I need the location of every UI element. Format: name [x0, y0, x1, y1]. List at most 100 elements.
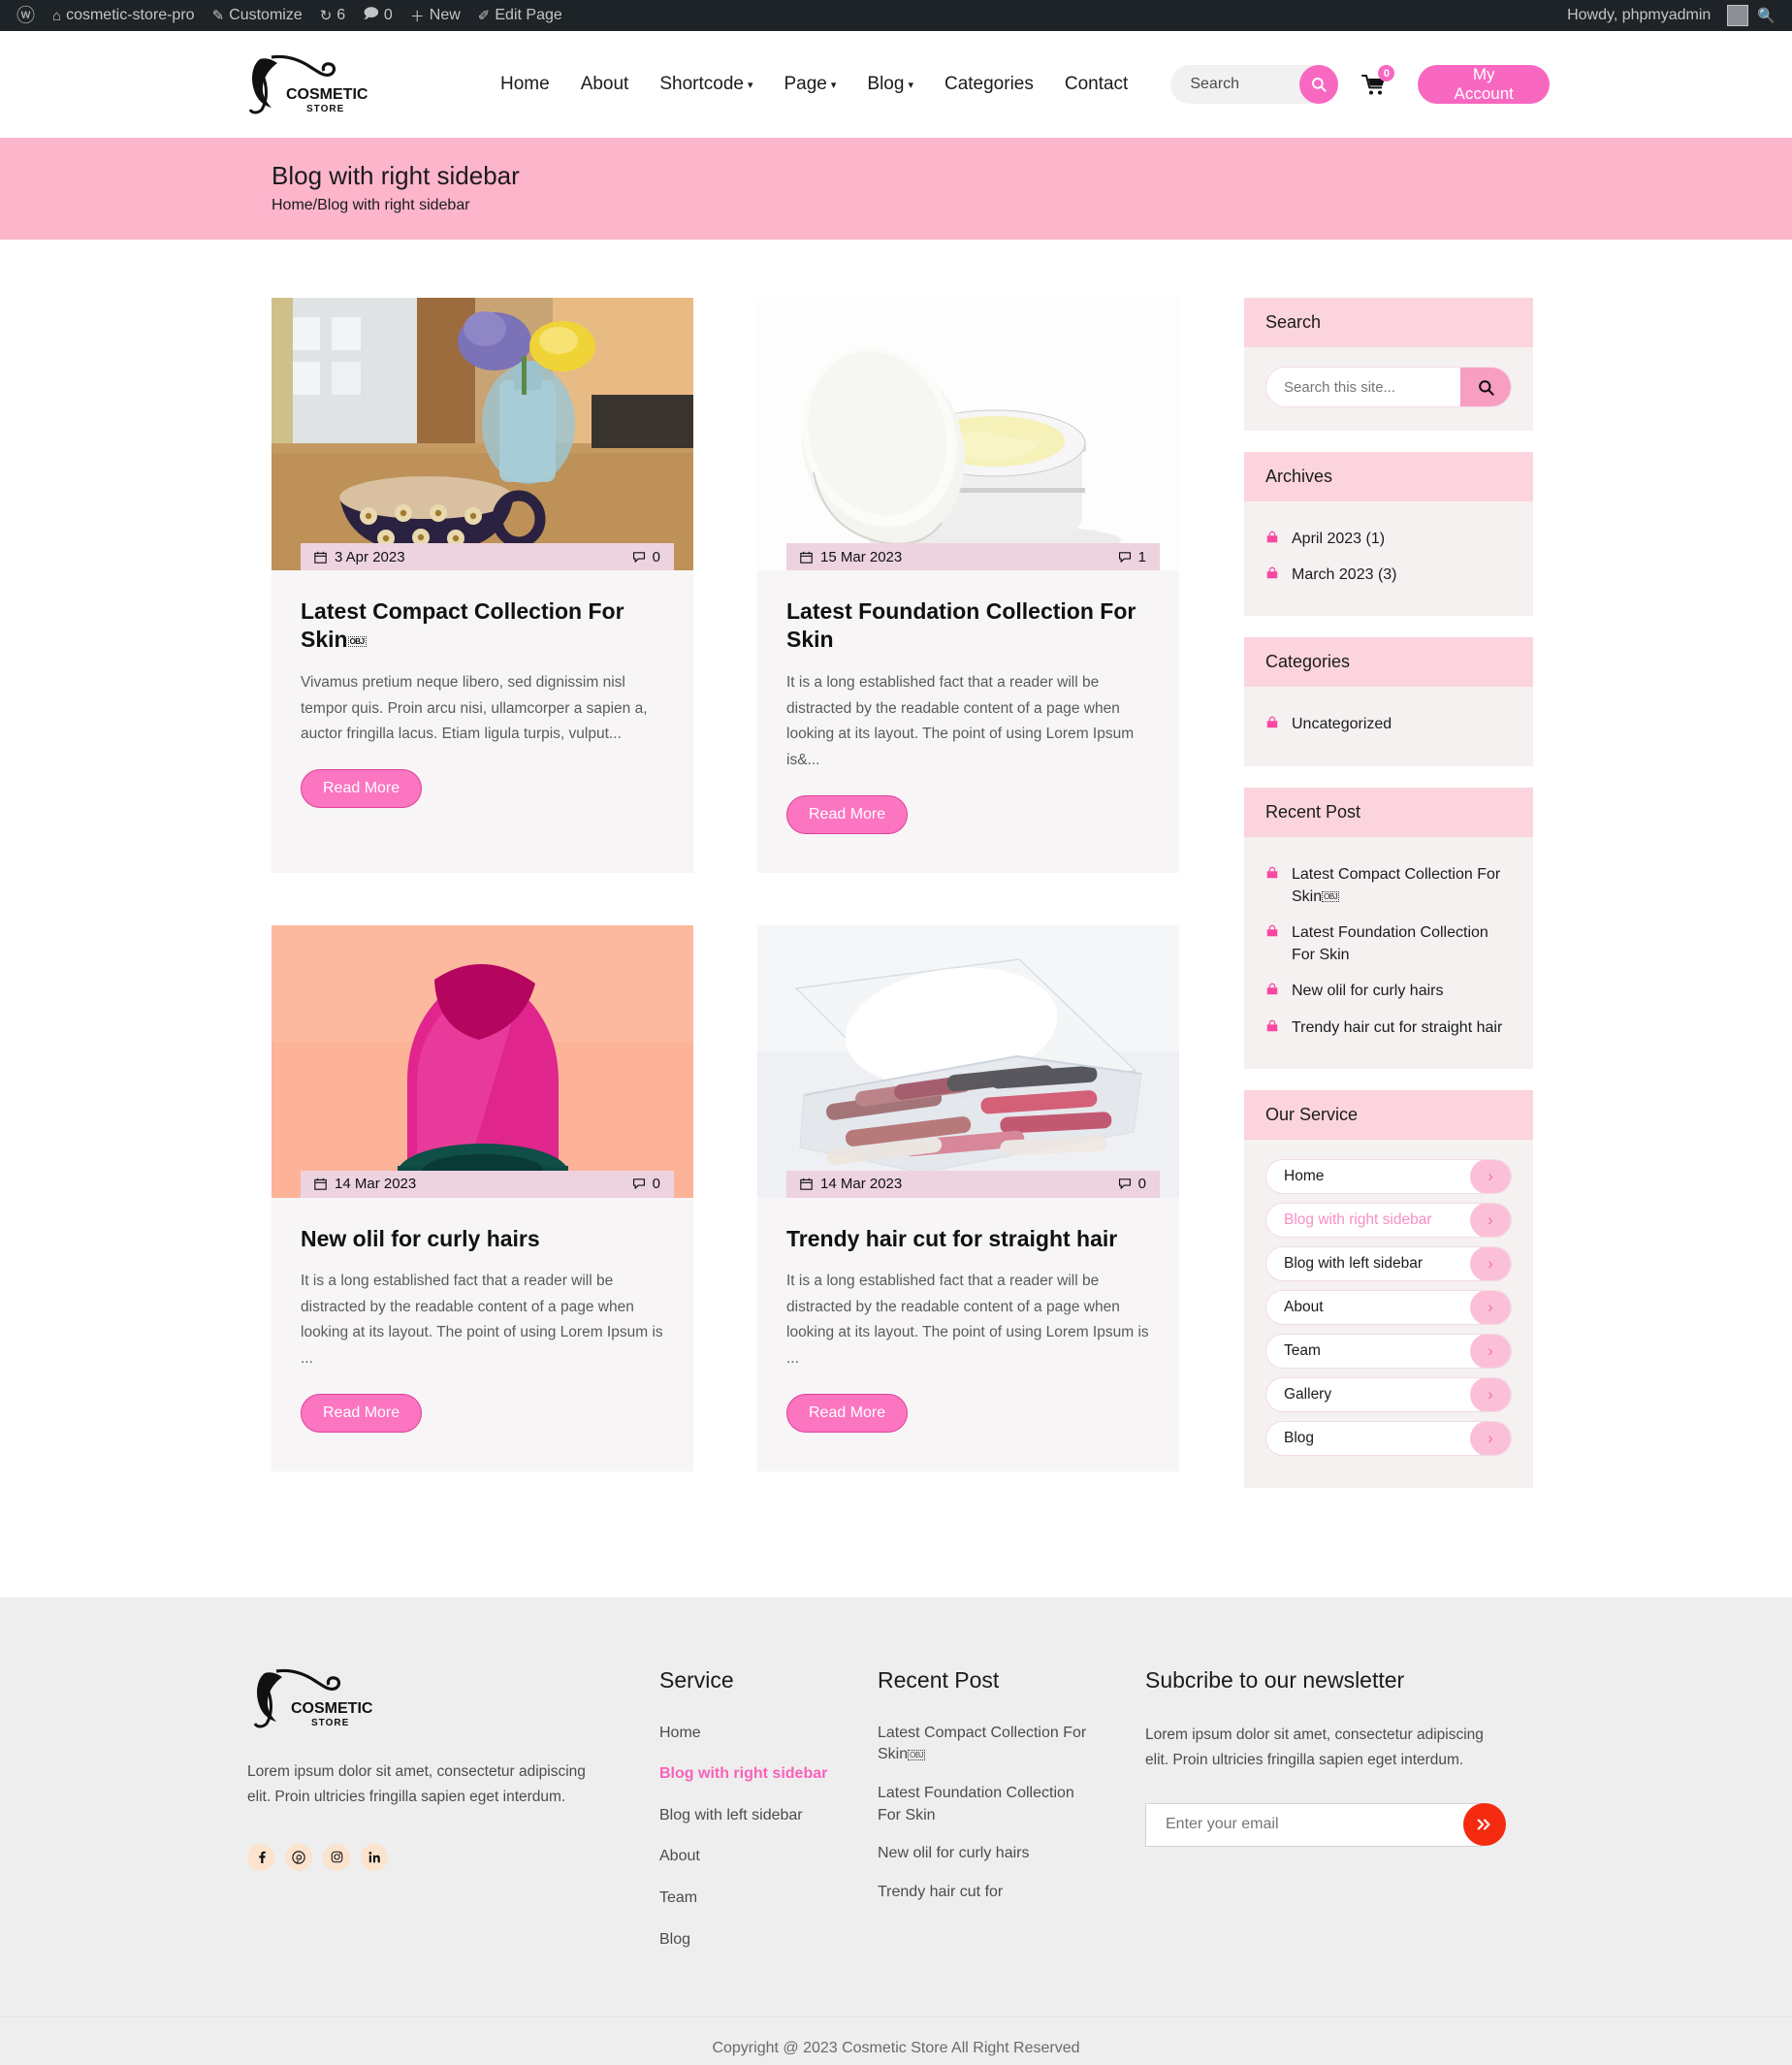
newsletter-submit-button[interactable] [1463, 1803, 1506, 1847]
post-thumbnail[interactable]: 14 Mar 2023 0 [757, 924, 1179, 1198]
post-title[interactable]: Trendy hair cut for straight hair [786, 1225, 1150, 1253]
cart-button[interactable]: 0 [1361, 65, 1395, 95]
header-search-input[interactable] [1170, 76, 1297, 93]
post-thumbnail[interactable]: 14 Mar 2023 0 [272, 924, 693, 1198]
linkedin-icon[interactable] [361, 1843, 388, 1871]
post-title[interactable]: New olil for curly hairs [301, 1225, 664, 1253]
service-item-blog-right-sidebar[interactable]: Blog with right sidebar › [1265, 1202, 1512, 1238]
page-title: Blog with right sidebar [272, 161, 520, 190]
chevron-down-icon: ▾ [830, 79, 837, 91]
post-excerpt: It is a long established fact that a rea… [786, 673, 1135, 768]
newsletter-email-input[interactable] [1145, 1802, 1483, 1847]
footer-link-blog-right-sidebar[interactable]: Blog with right sidebar [659, 1763, 878, 1785]
updates-count: 6 [336, 7, 346, 23]
widget-title: Our Service [1244, 1089, 1533, 1140]
site-logo[interactable]: COSMETIC STORE [242, 53, 388, 115]
sidebar-search-form [1265, 367, 1512, 407]
service-item-team[interactable]: Team › [1265, 1333, 1512, 1369]
instagram-icon[interactable] [323, 1843, 350, 1871]
adminbar-customize[interactable]: ✎ Customize [204, 0, 311, 31]
footer-description: Lorem ipsum dolor sit amet, consectetur … [247, 1762, 586, 1806]
facebook-icon[interactable] [247, 1843, 274, 1871]
breadcrumb[interactable]: Home/Blog with right sidebar [272, 197, 1520, 214]
main-content: 3 Apr 2023 0 Latest Compact Collection F… [0, 240, 1792, 1524]
recent-post-list: Latest Compact Collection For Skin OBJ La… [1265, 856, 1512, 1046]
post-meta-bar: 14 Mar 2023 0 [301, 1170, 674, 1198]
blog-post-card: 15 Mar 2023 1 Latest Foundation Collecti… [757, 298, 1179, 873]
my-account-button[interactable]: My Account [1418, 65, 1550, 104]
adminbar-edit-page[interactable]: ✐ Edit Page [469, 0, 571, 31]
post-date: 3 Apr 2023 [314, 549, 405, 565]
service-label: Team [1284, 1341, 1321, 1359]
adminbar-new[interactable]: ＋ New [401, 0, 469, 31]
read-more-button[interactable]: Read More [301, 1393, 423, 1433]
widget-title: Recent Post [1244, 787, 1533, 837]
wordpress-logo-icon[interactable]: ⓦ [8, 0, 44, 31]
list-item[interactable]: Latest Foundation Collection For Skin [1265, 915, 1512, 973]
adminbar-site-name[interactable]: ⌂ cosmetic-store-pro [44, 0, 204, 31]
service-item-blog[interactable]: Blog › [1265, 1420, 1512, 1456]
footer-link-blog[interactable]: Blog [659, 1929, 878, 1951]
service-item-blog-left-sidebar[interactable]: Blog with left sidebar › [1265, 1245, 1512, 1281]
svg-text:COSMETIC: COSMETIC [286, 86, 368, 103]
comment-icon [1118, 1178, 1131, 1189]
nav-label: Blog [867, 74, 905, 94]
chevron-right-icon: › [1470, 1290, 1511, 1324]
site-name-label: cosmetic-store-pro [66, 7, 195, 23]
comments-count: 0 [383, 7, 393, 23]
service-item-home[interactable]: Home › [1265, 1158, 1512, 1194]
footer-recent-post[interactable]: Latest Foundation Collection For Skin [878, 1783, 1089, 1826]
widget-content: Latest Compact Collection For Skin OBJ La… [1244, 837, 1533, 1069]
adminbar-comments[interactable]: 🗩 0 [354, 0, 401, 31]
footer-recent-post[interactable]: Trendy hair cut for [878, 1882, 1089, 1904]
footer-recent-post[interactable]: Latest Compact Collection For Skin OBJ [878, 1723, 1089, 1766]
shopping-bag-icon [1266, 984, 1278, 995]
list-item-label: Latest Compact Collection For Skin OBJ [1292, 863, 1512, 908]
list-item[interactable]: March 2023 (3) [1265, 557, 1512, 593]
nav-label: Categories [944, 74, 1034, 94]
nav-item-blog[interactable]: Blog ▾ [851, 74, 929, 95]
object-replacement-glyph: OBJ [347, 635, 367, 647]
footer-recent-post[interactable]: New olil for curly hairs [878, 1843, 1089, 1865]
list-item[interactable]: Latest Compact Collection For Skin OBJ [1265, 856, 1512, 915]
nav-item-home[interactable]: Home [485, 74, 565, 95]
post-thumbnail[interactable]: 15 Mar 2023 1 [757, 298, 1179, 570]
nav-item-about[interactable]: About [565, 74, 645, 95]
calendar-icon [314, 1178, 327, 1190]
nav-item-categories[interactable]: Categories [929, 74, 1049, 95]
footer-link-about[interactable]: About [659, 1846, 878, 1867]
newsletter-description: Lorem ipsum dolor sit amet, consectetur … [1145, 1726, 1484, 1769]
post-date: 14 Mar 2023 [800, 1176, 902, 1192]
blog-post-card: 3 Apr 2023 0 Latest Compact Collection F… [272, 298, 693, 873]
widget-content: April 2023 (1) March 2023 (3) [1244, 501, 1533, 616]
adminbar-search-icon[interactable]: 🔍 [1748, 0, 1784, 31]
list-item[interactable]: Trendy hair cut for straight hair [1265, 1010, 1512, 1046]
footer-link-home[interactable]: Home [659, 1723, 878, 1744]
read-more-button[interactable]: Read More [786, 1393, 909, 1433]
svg-text:STORE: STORE [311, 1718, 349, 1728]
list-item[interactable]: New olil for curly hairs [1265, 973, 1512, 1009]
nav-item-contact[interactable]: Contact [1049, 74, 1143, 95]
post-thumbnail[interactable]: 3 Apr 2023 0 [272, 298, 693, 570]
service-item-about[interactable]: About › [1265, 1289, 1512, 1325]
list-item[interactable]: Uncategorized [1265, 706, 1512, 742]
pinterest-icon[interactable] [285, 1843, 312, 1871]
service-item-gallery[interactable]: Gallery › [1265, 1376, 1512, 1412]
widget-title: Search [1244, 298, 1533, 347]
header-search-button[interactable] [1299, 65, 1339, 104]
cosmetic-store-logo-icon: COSMETIC STORE [253, 1668, 373, 1728]
chevron-right-icon: › [1470, 1246, 1511, 1280]
sidebar-search-button[interactable] [1460, 368, 1511, 406]
read-more-button[interactable]: Read More [301, 768, 423, 808]
sidebar-search-input[interactable] [1266, 378, 1460, 396]
nav-item-shortcode[interactable]: Shortcode ▾ [644, 74, 768, 95]
footer-link-blog-left-sidebar[interactable]: Blog with left sidebar [659, 1805, 878, 1826]
adminbar-updates[interactable]: ↻ 6 [311, 0, 354, 31]
adminbar-howdy[interactable]: Howdy, phpmyadmin [1558, 0, 1719, 31]
post-title[interactable]: Latest Compact Collection For Skin OBJ [301, 597, 664, 655]
post-title[interactable]: Latest Foundation Collection For Skin [786, 597, 1150, 655]
read-more-button[interactable]: Read More [786, 794, 909, 834]
footer-link-team[interactable]: Team [659, 1888, 878, 1909]
list-item[interactable]: April 2023 (1) [1265, 521, 1512, 557]
nav-item-page[interactable]: Page ▾ [769, 74, 852, 95]
